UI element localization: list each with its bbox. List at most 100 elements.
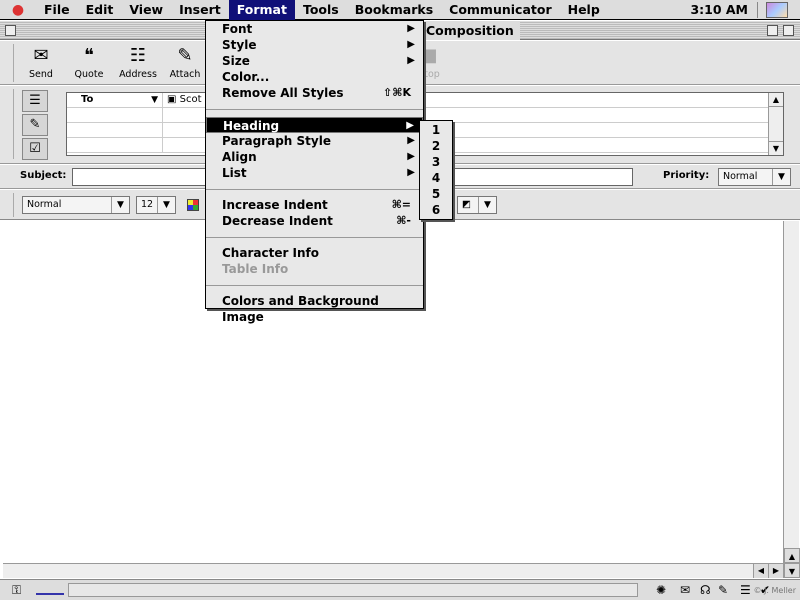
inbox-icon[interactable]: ✉	[680, 583, 690, 597]
font-size-select[interactable]: 12 ▼	[136, 196, 176, 214]
menubar-divider	[757, 2, 758, 18]
navigator-icon[interactable]: ✺	[656, 583, 666, 597]
status-text-field	[68, 583, 638, 597]
chevron-down-icon: ▼	[772, 169, 790, 185]
scroll-right-arrow-icon[interactable]: ▶	[768, 564, 783, 578]
heading-level-3[interactable]: 3	[420, 154, 452, 170]
menu-help[interactable]: Help	[560, 0, 608, 20]
menu-item-character-info[interactable]: Character Info	[206, 245, 423, 261]
text-color-icon[interactable]	[187, 199, 199, 211]
menu-item-label: Size	[222, 54, 250, 68]
menu-item-label: Increase Indent	[222, 198, 328, 212]
attach-button[interactable]: ✎ Attach	[162, 45, 208, 80]
recipient-scrollbar[interactable]: ▲ ▼	[768, 93, 783, 155]
address-tab-options[interactable]: ☑	[22, 138, 48, 160]
recipients-icon: ☰	[29, 93, 41, 108]
menu-item-label: List	[222, 166, 247, 180]
application-menu-icon[interactable]	[766, 2, 788, 18]
heading-level-5[interactable]: 5	[420, 186, 452, 202]
menu-item-increase-indent[interactable]: Increase Indent ⌘=	[206, 197, 423, 213]
heading-level-6[interactable]: 6	[420, 202, 452, 218]
quote-label: Quote	[74, 69, 104, 80]
window-title: Composition	[420, 21, 520, 40]
menubar: ● File Edit View Insert Format Tools Boo…	[0, 0, 800, 20]
menu-item-label: Paragraph Style	[222, 134, 331, 148]
address-book-status-icon[interactable]: ☰	[740, 583, 751, 597]
menu-format[interactable]: Format	[228, 0, 295, 20]
menu-item-remove-all-styles[interactable]: Remove All Styles ⇧⌘K	[206, 85, 423, 101]
priority-select[interactable]: Normal ▼	[718, 168, 791, 186]
recipient-type-empty[interactable]	[67, 108, 163, 123]
menubar-clock[interactable]: 3:10 AM	[690, 0, 748, 20]
menu-item-shortcut: ⇧⌘K	[383, 86, 411, 99]
recipient-row[interactable]: To ▼ ▣ Scot	[67, 93, 783, 108]
menu-item-size[interactable]: Size ▶	[206, 53, 423, 69]
send-icon: ✉	[33, 45, 49, 66]
insert-object-select[interactable]: ◩ ▼	[457, 196, 497, 214]
heading-level-2[interactable]: 2	[420, 138, 452, 154]
address-button[interactable]: ☷ Address	[115, 45, 161, 80]
menu-item-color[interactable]: Color...	[206, 69, 423, 85]
collapse-box-icon[interactable]	[783, 25, 794, 36]
address-tab-recipients[interactable]: ☰	[22, 90, 48, 112]
lock-icon[interactable]: ⚿	[12, 583, 21, 598]
menu-edit[interactable]: Edit	[78, 0, 122, 20]
menu-insert[interactable]: Insert	[171, 0, 229, 20]
heading-level-1[interactable]: 1	[420, 122, 452, 138]
chevron-down-icon: ▼	[111, 197, 129, 213]
send-button[interactable]: ✉ Send	[18, 45, 64, 80]
recipient-type-empty[interactable]	[67, 138, 163, 153]
submenu-arrow-icon: ▶	[407, 39, 415, 50]
toolbar-collapse-grip[interactable]	[4, 44, 14, 82]
body-vertical-scrollbar[interactable]: ▲ ▼	[783, 221, 800, 578]
menu-communicator[interactable]: Communicator	[441, 0, 559, 20]
scroll-down-arrow-icon[interactable]: ▼	[784, 563, 800, 578]
address-collapse-grip[interactable]	[4, 89, 14, 159]
chevron-down-icon: ▼	[478, 197, 496, 213]
submenu-arrow-icon: ▶	[407, 23, 415, 34]
menu-file[interactable]: File	[36, 0, 78, 20]
insert-object-icon: ◩	[462, 199, 471, 210]
menu-bookmarks[interactable]: Bookmarks	[347, 0, 441, 20]
menu-separator	[206, 109, 423, 110]
quote-button[interactable]: ❝ Quote	[66, 45, 112, 80]
newsgroup-icon[interactable]: ☊	[700, 583, 711, 597]
menu-item-style[interactable]: Style ▶	[206, 37, 423, 53]
menu-view[interactable]: View	[121, 0, 171, 20]
address-tabs: ☰ ✎ ☑	[22, 90, 52, 162]
address-tab-attachments[interactable]: ✎	[22, 114, 48, 136]
scroll-up-arrow-icon[interactable]: ▲	[769, 93, 783, 107]
scroll-left-arrow-icon[interactable]: ◀	[753, 564, 768, 578]
address-label: Address	[119, 69, 157, 80]
menu-item-decrease-indent[interactable]: Decrease Indent ⌘-	[206, 213, 423, 229]
priority-label: Priority:	[663, 170, 710, 181]
menu-item-list[interactable]: List ▶	[206, 165, 423, 181]
format-collapse-grip[interactable]	[4, 193, 14, 217]
recipient-type-label: To	[81, 94, 94, 105]
zoom-box-icon[interactable]	[767, 25, 778, 36]
contact-card-icon: ▣	[167, 94, 177, 105]
chevron-down-icon: ▼	[151, 95, 158, 105]
apple-menu-icon[interactable]: ●	[0, 2, 36, 18]
menu-item-label: Style	[222, 38, 257, 52]
submenu-arrow-icon: ▶	[407, 135, 415, 146]
body-horizontal-scrollbar[interactable]: ◀ ▶	[3, 563, 783, 578]
menu-item-font[interactable]: Font ▶	[206, 21, 423, 37]
paragraph-style-select[interactable]: Normal ▼	[22, 196, 130, 214]
close-box-icon[interactable]	[5, 25, 16, 36]
recipient-address[interactable]: ▣ Scot	[167, 93, 202, 107]
composer-icon[interactable]: ✎	[718, 583, 728, 597]
scroll-down-arrow-icon[interactable]: ▼	[769, 141, 783, 155]
menu-item-paragraph-style[interactable]: Paragraph Style ▶	[206, 133, 423, 149]
recipient-type-empty[interactable]	[67, 123, 163, 138]
menu-item-colors-and-background[interactable]: Colors and Background Image	[206, 293, 423, 324]
heading-level-4[interactable]: 4	[420, 170, 452, 186]
menu-item-label: Heading	[223, 119, 280, 133]
recipient-type-popup[interactable]: To ▼	[67, 93, 163, 108]
submenu-arrow-icon: ▶	[407, 151, 415, 162]
menu-item-heading[interactable]: Heading ▶	[206, 117, 423, 133]
attach-label: Attach	[169, 69, 201, 80]
menu-item-align[interactable]: Align ▶	[206, 149, 423, 165]
scroll-up-arrow-icon[interactable]: ▲	[784, 548, 800, 563]
menu-tools[interactable]: Tools	[295, 0, 347, 20]
